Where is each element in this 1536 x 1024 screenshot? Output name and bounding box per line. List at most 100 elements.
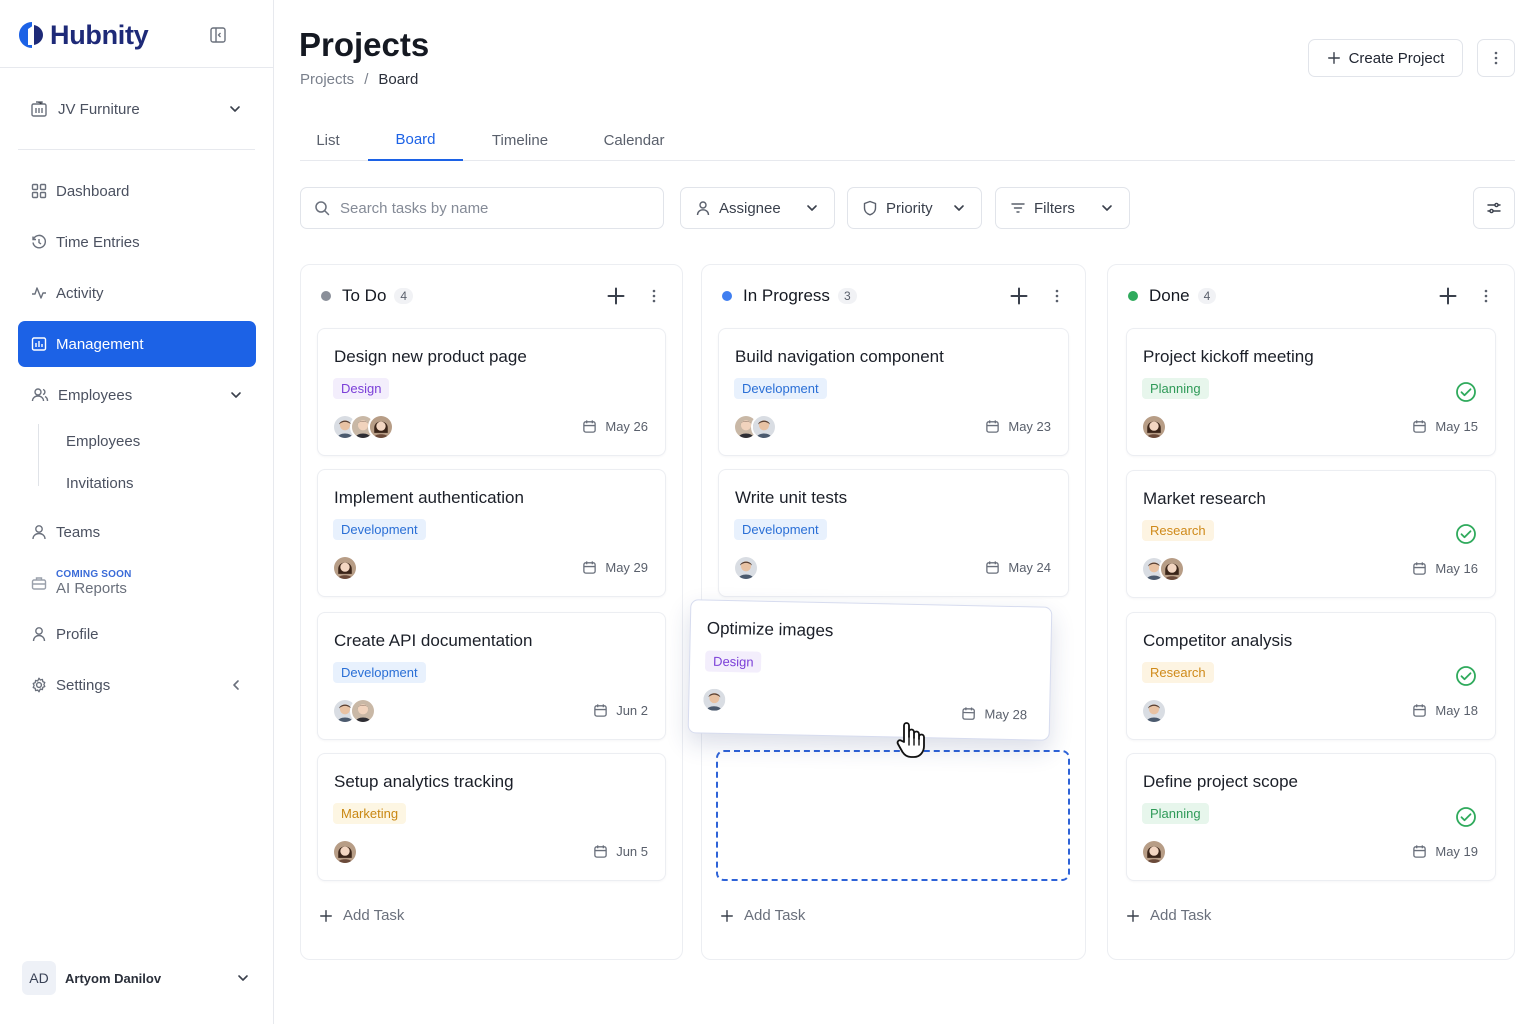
- add-task-label: Add Task: [343, 907, 405, 924]
- due-date-text: Jun 2: [616, 703, 648, 718]
- task-card[interactable]: Market research Research May 16: [1126, 470, 1496, 598]
- sidebar-item-management[interactable]: Management: [18, 321, 256, 367]
- tab-board[interactable]: Board: [368, 120, 463, 161]
- view-settings-button[interactable]: [1473, 187, 1515, 229]
- create-project-label: Create Project: [1348, 49, 1445, 67]
- task-title: Write unit tests: [735, 488, 848, 507]
- task-card[interactable]: Setup analytics tracking Marketing Jun 5: [317, 753, 666, 881]
- task-card[interactable]: Write unit tests Development May 24: [718, 469, 1069, 597]
- sidebar-collapse-icon[interactable]: [209, 26, 227, 44]
- task-card[interactable]: Competitor analysis Research May 18: [1126, 612, 1496, 740]
- avatar: [733, 555, 759, 581]
- calendar-icon: [582, 419, 597, 434]
- tab-list[interactable]: List: [300, 120, 356, 161]
- add-task-button[interactable]: Add Task: [720, 907, 805, 924]
- sidebar-divider: [18, 149, 255, 150]
- due-date-text: Jun 5: [616, 844, 648, 859]
- org-switcher[interactable]: JV Furniture: [30, 96, 243, 122]
- user-menu[interactable]: AD Artyom Danilov: [22, 960, 251, 996]
- task-title: Build navigation component: [735, 347, 944, 366]
- task-title: Create API documentation: [334, 631, 533, 650]
- assignee-avatars: [1141, 698, 1167, 724]
- due-date: May 15: [1412, 419, 1478, 434]
- sidebar: Hubnity JV Furniture Dashboard Time Entr…: [0, 0, 274, 1024]
- column-todo: To Do 4 Design new product page Design M…: [300, 264, 683, 960]
- sidebar-item-label: Settings: [56, 676, 111, 694]
- sidebar-item-ai-reports[interactable]: COMING SOON AI Reports: [18, 560, 256, 606]
- task-title: Optimize images: [706, 618, 834, 641]
- sidebar-item-dashboard[interactable]: Dashboard: [18, 168, 256, 214]
- column-menu-icon[interactable]: [1049, 286, 1065, 306]
- breadcrumb-separator: /: [364, 71, 369, 88]
- users-icon: [31, 388, 49, 402]
- task-title: Define project scope: [1143, 772, 1298, 791]
- due-date: Jun 2: [593, 703, 648, 718]
- task-card[interactable]: Create API documentation Development Jun…: [317, 612, 666, 740]
- logo[interactable]: Hubnity: [18, 18, 253, 52]
- task-card[interactable]: Define project scope Planning May 19: [1126, 753, 1496, 881]
- sidebar-item-activity[interactable]: Activity: [18, 270, 256, 316]
- task-card[interactable]: Implement authentication Development May…: [317, 469, 666, 597]
- shield-icon: [863, 200, 877, 216]
- more-vertical-icon: [1488, 50, 1504, 66]
- add-task-label: Add Task: [1150, 907, 1212, 924]
- tab-timeline[interactable]: Timeline: [477, 120, 563, 161]
- column-title: To Do: [342, 286, 387, 305]
- calendar-icon: [582, 560, 597, 575]
- sidebar-subitem-invitations[interactable]: Invitations: [66, 475, 134, 492]
- chevron-down-icon: [227, 101, 243, 117]
- assignee-avatars: [332, 555, 358, 581]
- sidebar-item-profile[interactable]: Profile: [18, 611, 256, 657]
- assignee-avatars: [733, 414, 777, 440]
- assignee-dropdown[interactable]: Assignee: [680, 187, 835, 229]
- plus-icon: [720, 909, 734, 923]
- assignee-avatars: [1141, 839, 1167, 865]
- column-menu-icon[interactable]: [1478, 286, 1494, 306]
- task-card[interactable]: Design new product page Design May 26: [317, 328, 666, 456]
- add-card-icon[interactable]: [1009, 286, 1029, 306]
- sidebar-item-label: Activity: [56, 284, 104, 302]
- sidebar-item-time-entries[interactable]: Time Entries: [18, 219, 256, 265]
- priority-dropdown[interactable]: Priority: [847, 187, 982, 229]
- column-menu-icon[interactable]: [646, 286, 662, 306]
- add-task-button[interactable]: Add Task: [319, 907, 404, 924]
- calendar-icon: [1412, 419, 1427, 434]
- sidebar-subitem-employees[interactable]: Employees: [66, 433, 140, 450]
- sidebar-item-label: Time Entries: [56, 233, 140, 251]
- task-card[interactable]: Project kickoff meeting Planning May 15: [1126, 328, 1496, 456]
- more-options-button[interactable]: [1477, 39, 1515, 77]
- assignee-avatars: [332, 414, 394, 440]
- breadcrumb-board: Board: [378, 71, 419, 88]
- calendar-icon: [985, 419, 1000, 434]
- sidebar-item-label: Employees: [58, 386, 133, 404]
- sidebar-item-teams[interactable]: Teams: [18, 509, 256, 555]
- assignee-avatars: [332, 698, 376, 724]
- add-card-icon[interactable]: [1438, 286, 1458, 306]
- assignee-avatars: [1141, 556, 1185, 582]
- plus-icon: [1126, 909, 1140, 923]
- management-icon: [31, 337, 47, 351]
- add-card-icon[interactable]: [606, 286, 626, 306]
- sidebar-item-employees[interactable]: Employees: [18, 372, 256, 418]
- filters-dropdown[interactable]: Filters: [995, 187, 1130, 229]
- chevron-down-icon: [1099, 200, 1115, 216]
- task-card[interactable]: Build navigation component Development M…: [718, 328, 1069, 456]
- dragging-task-card[interactable]: Optimize images Design May 28: [687, 599, 1053, 741]
- task-tag: Design: [333, 378, 390, 399]
- tab-calendar[interactable]: Calendar: [590, 120, 678, 161]
- add-task-button[interactable]: Add Task: [1126, 907, 1211, 924]
- coming-soon-badge: COMING SOON: [56, 568, 132, 580]
- due-date: May 24: [985, 560, 1051, 575]
- drop-placeholder: [716, 750, 1070, 881]
- breadcrumb-projects[interactable]: Projects: [300, 71, 354, 88]
- due-date: Jun 5: [593, 844, 648, 859]
- create-project-button[interactable]: Create Project: [1308, 39, 1463, 77]
- search-input[interactable]: [340, 199, 640, 217]
- calendar-icon: [985, 560, 1000, 575]
- calendar-icon: [961, 706, 976, 721]
- filters-label: Filters: [1034, 199, 1075, 217]
- chevron-left-icon: [233, 680, 239, 690]
- column-header: Done 4: [1128, 283, 1494, 309]
- assignee-avatars: [733, 555, 759, 581]
- sidebar-item-settings[interactable]: Settings: [18, 662, 256, 708]
